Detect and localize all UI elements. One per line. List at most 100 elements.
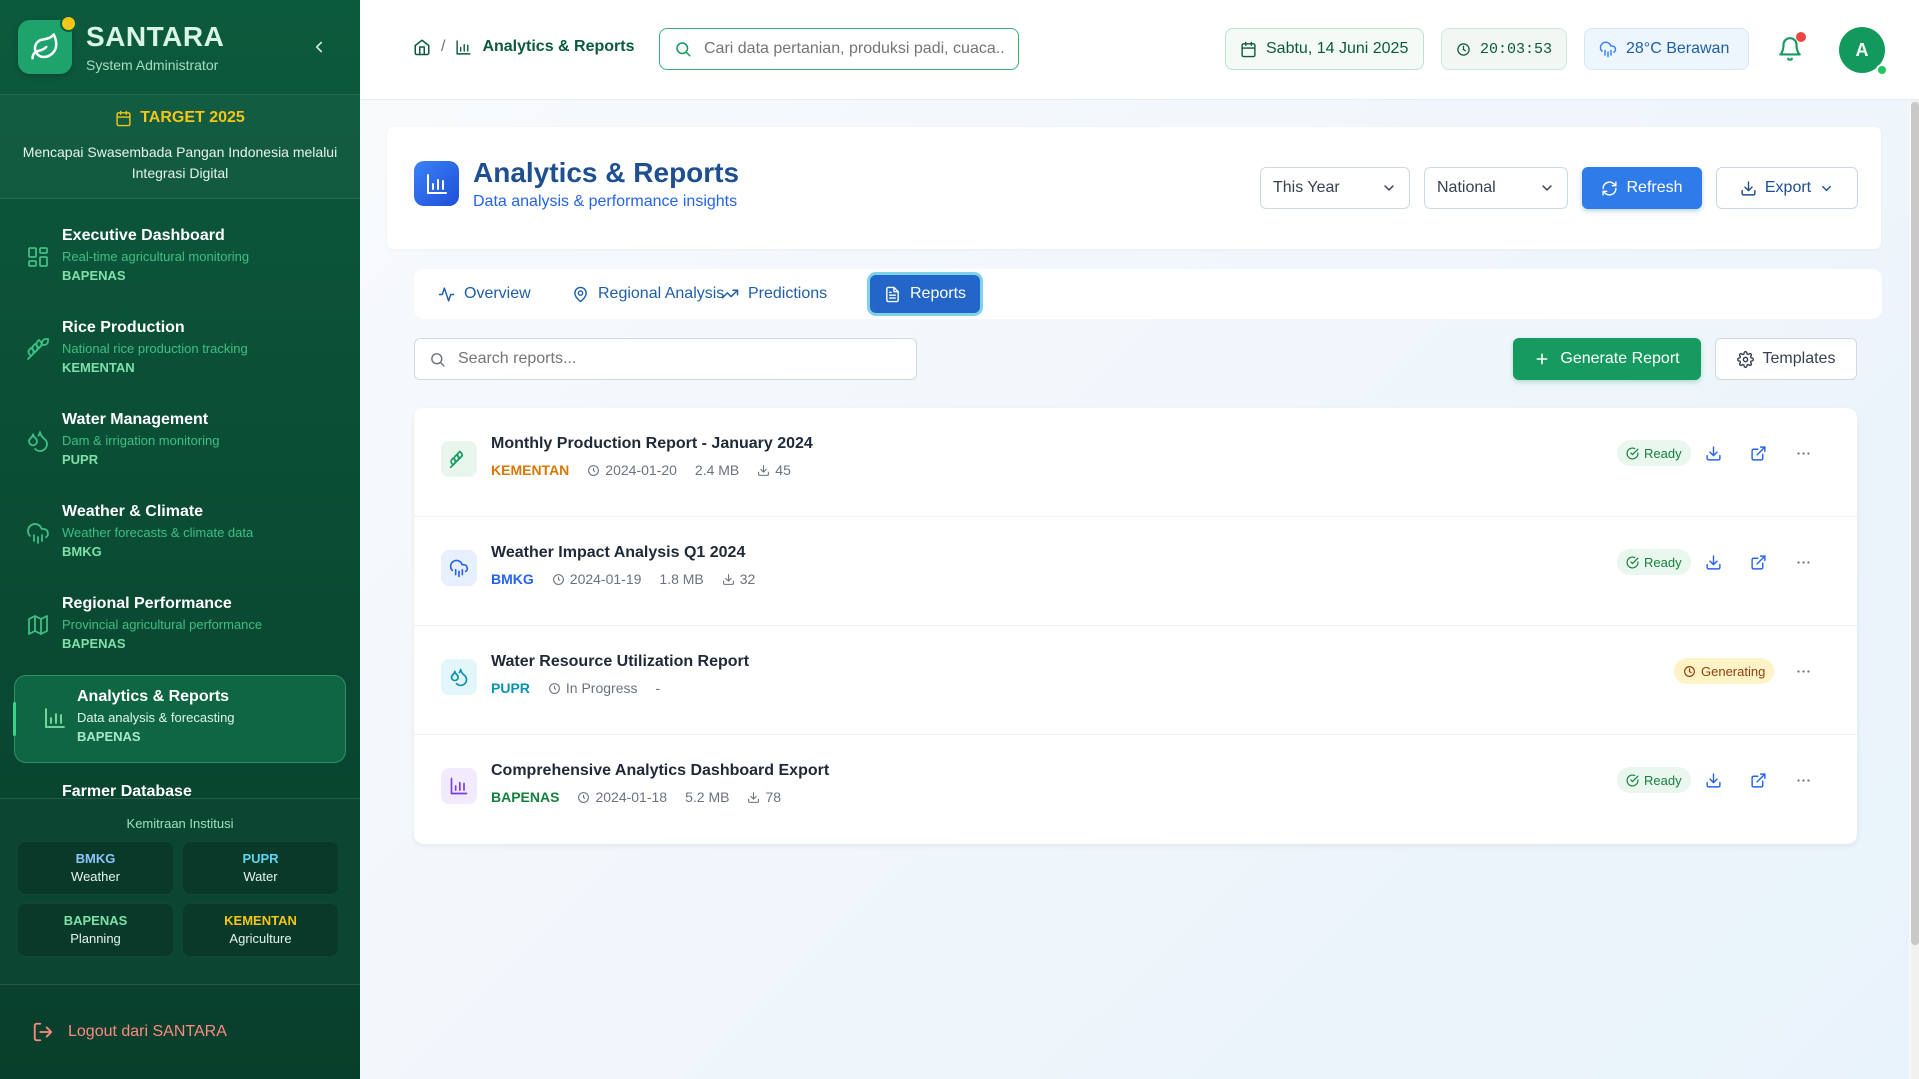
brand: SANTARA System Administrator bbox=[0, 0, 360, 95]
bar-chart-icon bbox=[45, 708, 65, 728]
period-select[interactable]: This Year bbox=[1260, 167, 1410, 209]
partners-panel: Kemitraan Institusi BMKG Weather PUPR Wa… bbox=[0, 798, 360, 984]
report-downloads: 32 bbox=[739, 571, 756, 587]
more-options-button[interactable] bbox=[1791, 659, 1815, 683]
global-search-input[interactable] bbox=[704, 40, 1004, 58]
log-out-icon bbox=[33, 1022, 53, 1042]
refresh-button[interactable]: Refresh bbox=[1582, 167, 1702, 209]
status-label: Generating bbox=[1701, 663, 1766, 679]
clock-icon bbox=[552, 573, 564, 585]
report-date: 2024-01-20 bbox=[605, 462, 677, 478]
report-meta: BAPENAS 2024-01-18 5.2 MB 78 bbox=[491, 789, 781, 805]
tab-reports[interactable]: Reports bbox=[870, 275, 981, 313]
more-options-button[interactable] bbox=[1791, 441, 1815, 465]
plus-icon bbox=[1536, 353, 1548, 365]
partner-card-bmkg: BMKG Weather bbox=[17, 841, 174, 895]
more-options-button[interactable] bbox=[1791, 550, 1815, 574]
sidebar-item-water-management[interactable]: Water Management Dam & irrigation monito… bbox=[0, 399, 360, 491]
sidebar-item-subtitle: Data analysis & forecasting bbox=[77, 710, 235, 725]
weather-text: 28°C Berawan bbox=[1626, 40, 1730, 57]
open-external-button[interactable] bbox=[1746, 550, 1770, 574]
report-title: Water Resource Utilization Report bbox=[491, 653, 750, 670]
open-external-button[interactable] bbox=[1746, 768, 1770, 792]
sidebar-item-regional-performance[interactable]: Regional Performance Provincial agricult… bbox=[0, 583, 360, 675]
gear-icon bbox=[1736, 350, 1754, 368]
report-size: 2.4 MB bbox=[694, 462, 740, 478]
templates-label: Templates bbox=[1762, 350, 1836, 367]
download-icon bbox=[1705, 772, 1721, 788]
target-description: Mencapai Swasembada Pangan Indonesia mel… bbox=[22, 143, 338, 181]
report-date: In Progress bbox=[565, 680, 638, 696]
sidebar-item-org: BAPENAS bbox=[62, 268, 126, 283]
main-content: Analytics & Reports Data analysis & perf… bbox=[360, 100, 1909, 1079]
external-link-icon bbox=[1750, 772, 1766, 788]
partners-title: Kemitraan Institusi bbox=[126, 816, 234, 831]
online-status-dot bbox=[1876, 64, 1888, 76]
report-row[interactable]: Water Resource Utilization Report PUPR I… bbox=[414, 626, 1857, 735]
download-button[interactable] bbox=[1701, 768, 1725, 792]
page-header: Analytics & Reports Data analysis & perf… bbox=[387, 127, 1881, 249]
refresh-label: Refresh bbox=[1626, 179, 1683, 196]
download-button[interactable] bbox=[1701, 550, 1725, 574]
chevron-down-icon bbox=[1384, 185, 1394, 192]
logout-label: Logout dari SANTARA bbox=[68, 1023, 227, 1040]
target-title: TARGET 2025 bbox=[140, 109, 245, 126]
calendar-icon bbox=[116, 110, 131, 126]
sidebar-item-rice-production[interactable]: Rice Production National rice production… bbox=[0, 307, 360, 399]
search-icon bbox=[431, 352, 445, 367]
templates-button[interactable]: Templates bbox=[1715, 338, 1857, 380]
clock-icon bbox=[1457, 42, 1470, 56]
tab-predictions[interactable]: Predictions bbox=[707, 275, 841, 313]
cloud-rain-icon bbox=[1599, 41, 1617, 58]
export-button[interactable]: Export bbox=[1716, 167, 1858, 209]
file-text-icon bbox=[886, 286, 899, 302]
sidebar-item-title: Rice Production bbox=[62, 319, 185, 336]
sidebar: SANTARA System Administrator TARGET 2025… bbox=[0, 0, 360, 1079]
sidebar-item-title: Regional Performance bbox=[62, 595, 232, 612]
download-button[interactable] bbox=[1701, 441, 1725, 465]
report-row[interactable]: Monthly Production Report - January 2024… bbox=[414, 408, 1857, 517]
scope-select-value: National bbox=[1437, 179, 1496, 196]
grid-icon bbox=[28, 247, 48, 267]
target-banner: TARGET 2025 Mencapai Swasembada Pangan I… bbox=[0, 95, 360, 199]
open-external-button[interactable] bbox=[1746, 441, 1770, 465]
sidebar-item-subtitle: Real-time agricultural monitoring bbox=[62, 249, 250, 264]
report-row[interactable]: Comprehensive Analytics Dashboard Export… bbox=[414, 735, 1857, 844]
bar-chart-icon bbox=[414, 161, 459, 206]
report-date: 2024-01-19 bbox=[569, 571, 642, 587]
report-title: Monthly Production Report - January 2024 bbox=[491, 435, 813, 452]
page-scrollbar-thumb[interactable] bbox=[1911, 102, 1919, 945]
download-icon bbox=[758, 464, 770, 476]
report-size: - bbox=[655, 680, 661, 696]
report-meta: PUPR In Progress - bbox=[491, 680, 660, 696]
cloud-rain-icon bbox=[27, 523, 49, 544]
home-icon[interactable] bbox=[413, 38, 431, 56]
report-row[interactable]: Weather Impact Analysis Q1 2024 BMKG 202… bbox=[414, 517, 1857, 626]
partner-card-pupr: PUPR Water bbox=[182, 841, 339, 895]
check-circle-icon bbox=[1626, 447, 1639, 459]
report-title: Comprehensive Analytics Dashboard Export bbox=[491, 762, 830, 779]
sidebar-item-executive-dashboard[interactable]: Executive Dashboard Real-time agricultur… bbox=[0, 215, 360, 307]
sidebar-item-farmer-database[interactable]: Farmer Database bbox=[0, 763, 360, 798]
tab-overview[interactable]: Overview bbox=[424, 275, 545, 313]
sidebar-item-weather-climate[interactable]: Weather & Climate Weather forecasts & cl… bbox=[0, 491, 360, 583]
check-circle-icon bbox=[1626, 774, 1639, 786]
report-size: 1.8 MB bbox=[659, 571, 704, 587]
more-options-button[interactable] bbox=[1791, 768, 1815, 792]
bar-chart-icon bbox=[456, 39, 472, 55]
sidebar-item-subtitle: Weather forecasts & climate data bbox=[62, 525, 254, 540]
status-badge: Ready bbox=[1617, 440, 1691, 466]
tab-label: Overview bbox=[464, 285, 531, 302]
generate-report-button[interactable]: Generate Report bbox=[1513, 338, 1701, 380]
scope-select[interactable]: National bbox=[1424, 167, 1568, 209]
reports-search-input[interactable] bbox=[458, 350, 898, 368]
check-circle-icon bbox=[1626, 556, 1639, 568]
sidebar-item-subtitle: Provincial agricultural performance bbox=[62, 617, 263, 632]
sidebar-item-title: Water Management bbox=[62, 411, 209, 428]
logout-button[interactable]: Logout dari SANTARA bbox=[0, 984, 360, 1079]
download-icon bbox=[722, 573, 734, 585]
sidebar-item-org: BAPENAS bbox=[77, 729, 141, 744]
sidebar-item-analytics-reports[interactable]: Analytics & Reports Data analysis & fore… bbox=[13, 675, 346, 763]
report-org: BAPENAS bbox=[491, 789, 560, 805]
collapse-sidebar-button[interactable] bbox=[306, 34, 332, 60]
